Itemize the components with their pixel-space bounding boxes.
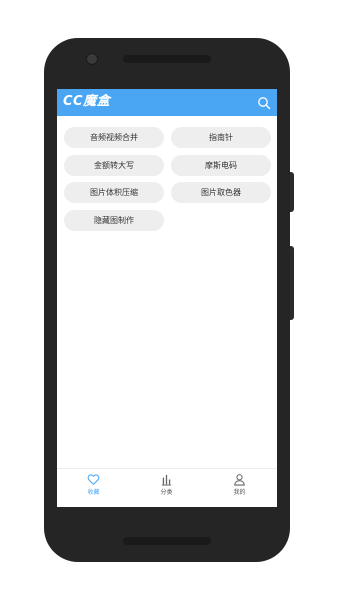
bottom-tab-bar: 收藏 分类 我的 <box>57 468 277 507</box>
tab-label: 我的 <box>233 489 246 496</box>
app-screen: CC魔盒 音频视频合并 指南针 金额转大写 摩斯电码 图片体积压缩 图片取色器 … <box>57 89 277 507</box>
tool-amount-uppercase[interactable]: 金额转大写 <box>64 155 164 176</box>
volume-button <box>290 246 294 320</box>
heart-icon <box>87 474 100 485</box>
tool-color-picker[interactable]: 图片取色器 <box>171 182 271 203</box>
tool-image-compress[interactable]: 图片体积压缩 <box>64 182 164 203</box>
device-stage: CC魔盒 音频视频合并 指南针 金额转大写 摩斯电码 图片体积压缩 图片取色器 … <box>0 0 337 600</box>
tab-label: 分类 <box>160 489 173 496</box>
search-icon <box>258 97 271 110</box>
tab-categories[interactable]: 分类 <box>130 469 203 507</box>
tool-hidden-image[interactable]: 隐藏图制作 <box>64 210 164 231</box>
bar-chart-icon <box>161 474 172 486</box>
top-speaker <box>123 55 211 63</box>
user-icon <box>234 474 245 486</box>
front-camera <box>86 53 98 65</box>
app-bar: CC魔盒 <box>57 89 277 116</box>
power-button <box>290 172 294 212</box>
bottom-speaker <box>123 537 211 545</box>
tab-label: 收藏 <box>87 489 100 496</box>
app-title: CC魔盒 <box>63 94 111 109</box>
search-button[interactable] <box>257 95 271 110</box>
tab-favorites[interactable]: 收藏 <box>57 469 130 507</box>
tool-compass[interactable]: 指南针 <box>171 127 271 148</box>
tool-morse-code[interactable]: 摩斯电码 <box>171 155 271 176</box>
tab-mine[interactable]: 我的 <box>203 469 276 507</box>
tool-audio-video-merge[interactable]: 音频视频合并 <box>64 127 164 148</box>
